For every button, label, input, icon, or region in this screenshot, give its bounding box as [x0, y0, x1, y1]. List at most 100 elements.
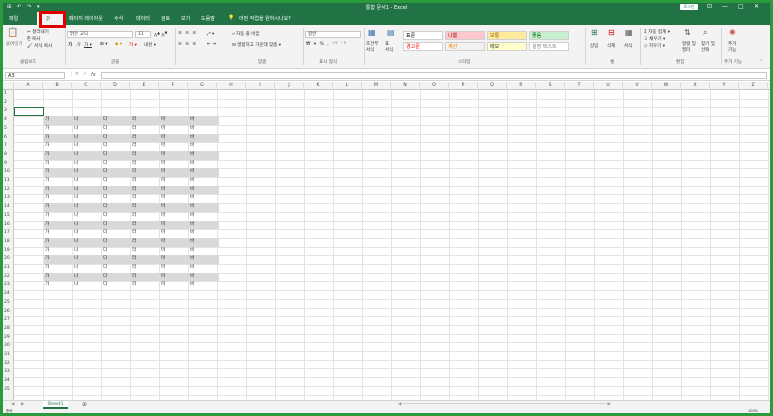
table-cell[interactable]: 나: [74, 160, 78, 169]
table-cell[interactable]: 마: [161, 116, 165, 125]
sheet-tab-sheet1[interactable]: Sheet1: [43, 401, 68, 409]
row-header[interactable]: 4: [3, 116, 14, 125]
table-cell[interactable]: 라: [132, 264, 136, 273]
tab-view[interactable]: 보기: [181, 15, 190, 22]
table-cell[interactable]: 가: [45, 194, 49, 203]
table-cell[interactable]: 바: [190, 212, 194, 221]
close-icon[interactable]: ✕: [754, 3, 759, 10]
column-header[interactable]: V: [623, 82, 652, 90]
row-header[interactable]: 3: [3, 107, 14, 116]
table-cell[interactable]: 다: [103, 168, 107, 177]
table-cell[interactable]: 라: [132, 177, 136, 186]
table-cell[interactable]: 라: [132, 160, 136, 169]
row-header[interactable]: 21: [3, 264, 14, 273]
cell-style-5[interactable]: 계산: [445, 42, 485, 51]
table-cell[interactable]: 다: [103, 238, 107, 247]
table-cell[interactable]: 바: [190, 273, 194, 282]
cell-style-0[interactable]: 표준: [403, 31, 443, 40]
table-cell[interactable]: 라: [132, 151, 136, 160]
fill-button[interactable]: ⇩ 채우기 ▾: [644, 36, 665, 42]
row-header[interactable]: 14: [3, 203, 14, 212]
column-header[interactable]: S: [536, 82, 565, 90]
table-cell[interactable]: 다: [103, 264, 107, 273]
row-header[interactable]: 31: [3, 351, 14, 360]
tab-page-layout[interactable]: 페이지 레이아웃: [69, 15, 103, 22]
horizontal-scrollbar[interactable]: ◀ ──────────────────────────────────────…: [398, 402, 611, 407]
table-cell[interactable]: 마: [161, 238, 165, 247]
table-cell[interactable]: 바: [190, 168, 194, 177]
table-cell[interactable]: 다: [103, 160, 107, 169]
row-header[interactable]: 35: [3, 386, 14, 395]
table-cell[interactable]: 라: [132, 125, 136, 134]
row-header[interactable]: 17: [3, 229, 14, 238]
cell-style-2[interactable]: 보통: [487, 31, 527, 40]
row-header[interactable]: 34: [3, 377, 14, 386]
sort-filter-icon[interactable]: ⇅: [684, 28, 691, 37]
column-header[interactable]: O: [420, 82, 449, 90]
row-header[interactable]: 23: [3, 281, 14, 290]
font-size-box[interactable]: 11: [135, 31, 151, 38]
formula-bar-menu-icon[interactable]: ⋮: [69, 72, 74, 77]
table-cell[interactable]: 다: [103, 281, 107, 290]
column-header[interactable]: K: [304, 82, 333, 90]
column-header[interactable]: Z: [739, 82, 768, 90]
table-cell[interactable]: 라: [132, 134, 136, 143]
font-name-box[interactable]: 맑은 고딕: [67, 31, 133, 38]
cut-button[interactable]: ✂ 잘라내기: [27, 29, 49, 35]
table-cell[interactable]: 라: [132, 116, 136, 125]
table-cell[interactable]: 가: [45, 151, 49, 160]
column-header[interactable]: U: [594, 82, 623, 90]
italic-button[interactable]: 가: [76, 42, 80, 48]
column-header[interactable]: P: [449, 82, 478, 90]
table-cell[interactable]: 라: [132, 212, 136, 221]
column-header[interactable]: M: [362, 82, 391, 90]
row-header[interactable]: 22: [3, 273, 14, 282]
table-cell[interactable]: 가: [45, 134, 49, 143]
table-cell[interactable]: 마: [161, 168, 165, 177]
row-header[interactable]: 9: [3, 160, 14, 169]
selected-cell[interactable]: [14, 107, 44, 117]
clear-button[interactable]: ◇ 지우기 ▾: [644, 43, 665, 49]
column-header[interactable]: X: [681, 82, 710, 90]
row-header[interactable]: 28: [3, 325, 14, 334]
table-cell[interactable]: 다: [103, 203, 107, 212]
number-format-icons[interactable]: ₩ ▾ % ‚ ⁺⁰ ⁻⁰: [306, 42, 347, 47]
table-cell[interactable]: 라: [132, 168, 136, 177]
table-cell[interactable]: 나: [74, 194, 78, 203]
table-cell[interactable]: 가: [45, 247, 49, 256]
tab-review[interactable]: 검토: [161, 15, 170, 22]
table-cell[interactable]: 바: [190, 134, 194, 143]
table-cell[interactable]: 가: [45, 160, 49, 169]
table-cell[interactable]: 마: [161, 134, 165, 143]
merge-center-button[interactable]: ⊟ 병합하고 가운데 맞춤 ▾: [232, 42, 281, 48]
table-cell[interactable]: 바: [190, 142, 194, 151]
column-header[interactable]: W: [652, 82, 681, 90]
table-cell[interactable]: 바: [190, 221, 194, 230]
spreadsheet-grid[interactable]: ABCDEFGHIJKLMNOPQRSTUVWXYZ 1 2 3 4 5 6 7 8 9 10 11…: [3, 82, 770, 400]
table-cell[interactable]: 가: [45, 229, 49, 238]
row-header[interactable]: 30: [3, 342, 14, 351]
add-sheet-icon[interactable]: ⊕: [82, 401, 87, 408]
row-header[interactable]: 27: [3, 316, 14, 325]
table-cell[interactable]: 바: [190, 247, 194, 256]
column-header[interactable]: E: [130, 82, 159, 90]
table-cell[interactable]: 마: [161, 160, 165, 169]
table-cell[interactable]: 가: [45, 238, 49, 247]
vertical-align-icons[interactable]: ≡ ≡ ≡: [178, 31, 197, 36]
enter-icon[interactable]: ✓: [83, 72, 87, 77]
tab-file[interactable]: 파일: [9, 15, 18, 22]
column-header[interactable]: G: [188, 82, 217, 90]
format-as-table-icon[interactable]: ▤: [387, 28, 395, 37]
table-cell[interactable]: 바: [190, 186, 194, 195]
row-header[interactable]: 1: [3, 90, 14, 99]
table-cell[interactable]: 마: [161, 194, 165, 203]
table-cell[interactable]: 바: [190, 203, 194, 212]
column-header[interactable]: N: [391, 82, 420, 90]
table-cell[interactable]: 가: [45, 221, 49, 230]
table-cell[interactable]: 나: [74, 247, 78, 256]
delete-cells-icon[interactable]: ⊟: [608, 28, 615, 37]
table-cell[interactable]: 가: [45, 281, 49, 290]
table-cell[interactable]: 마: [161, 281, 165, 290]
table-cell[interactable]: 다: [103, 116, 107, 125]
table-cell[interactable]: 나: [74, 255, 78, 264]
